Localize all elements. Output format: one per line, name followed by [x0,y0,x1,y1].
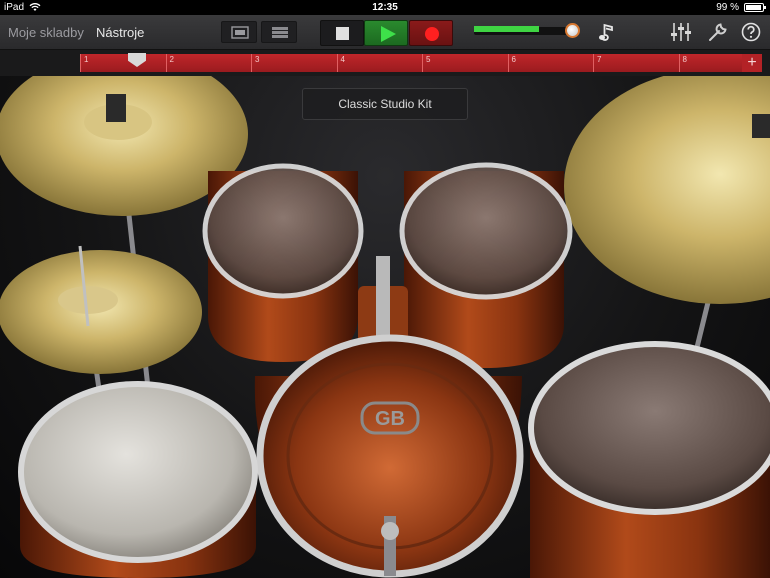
tracks-view-button[interactable] [261,21,297,43]
bar-tick [165,54,167,72]
toolbar: Moje skladby Nástroje [0,15,770,50]
bar-tick [678,54,680,72]
bar-number: 3 [255,55,260,64]
mixer-icon[interactable] [670,22,692,42]
bar-tick [507,54,509,72]
bar-number: 1 [84,55,89,64]
bar-number: 7 [597,55,602,64]
instrument-view-icon [231,26,249,39]
metronome-icon[interactable] [598,22,616,42]
bar-tick [336,54,338,72]
bar-number: 6 [511,55,516,64]
instruments-button[interactable]: Nástroje [96,25,144,40]
bass-drum: GB [254,334,524,578]
bass-drum-logo: GB [375,408,405,430]
timeline-ruler[interactable]: 1 2 3 4 5 6 7 8 [80,54,762,72]
stop-button[interactable] [320,20,364,46]
snare-drum [18,381,258,578]
status-bar: iPad 12:35 99 % [0,0,770,15]
floor-tom [528,341,770,578]
ride-cymbal [564,76,770,304]
bar-number: 2 [169,55,174,64]
kit-name-button[interactable]: Classic Studio Kit [302,88,468,120]
help-icon[interactable] [741,22,761,42]
instrument-view-button[interactable] [221,21,257,43]
hi-hat-cymbal [0,245,202,374]
add-section-button[interactable]: + [742,54,762,72]
wrench-icon[interactable] [708,22,728,42]
battery-icon [744,3,766,12]
play-button[interactable] [364,20,408,46]
bar-number: 8 [682,55,687,64]
volume-level-fill [474,29,540,32]
record-button[interactable] [409,20,453,46]
drum-kit: GB [0,76,770,578]
bar-tick [80,54,81,72]
bar-number: 5 [426,55,431,64]
tracks-view-icon [272,27,288,38]
tom-left [202,163,364,362]
bar-tick [593,54,594,72]
bar-number: 4 [340,55,345,64]
bar-tick [422,54,423,72]
tom-right [399,162,573,368]
my-songs-button[interactable]: Moje skladby [8,25,84,40]
bar-tick [251,54,252,72]
volume-slider-knob[interactable] [565,23,580,38]
battery-percent: 99 % [716,2,739,13]
master-volume-slider[interactable] [474,27,570,35]
clock: 12:35 [372,2,398,13]
